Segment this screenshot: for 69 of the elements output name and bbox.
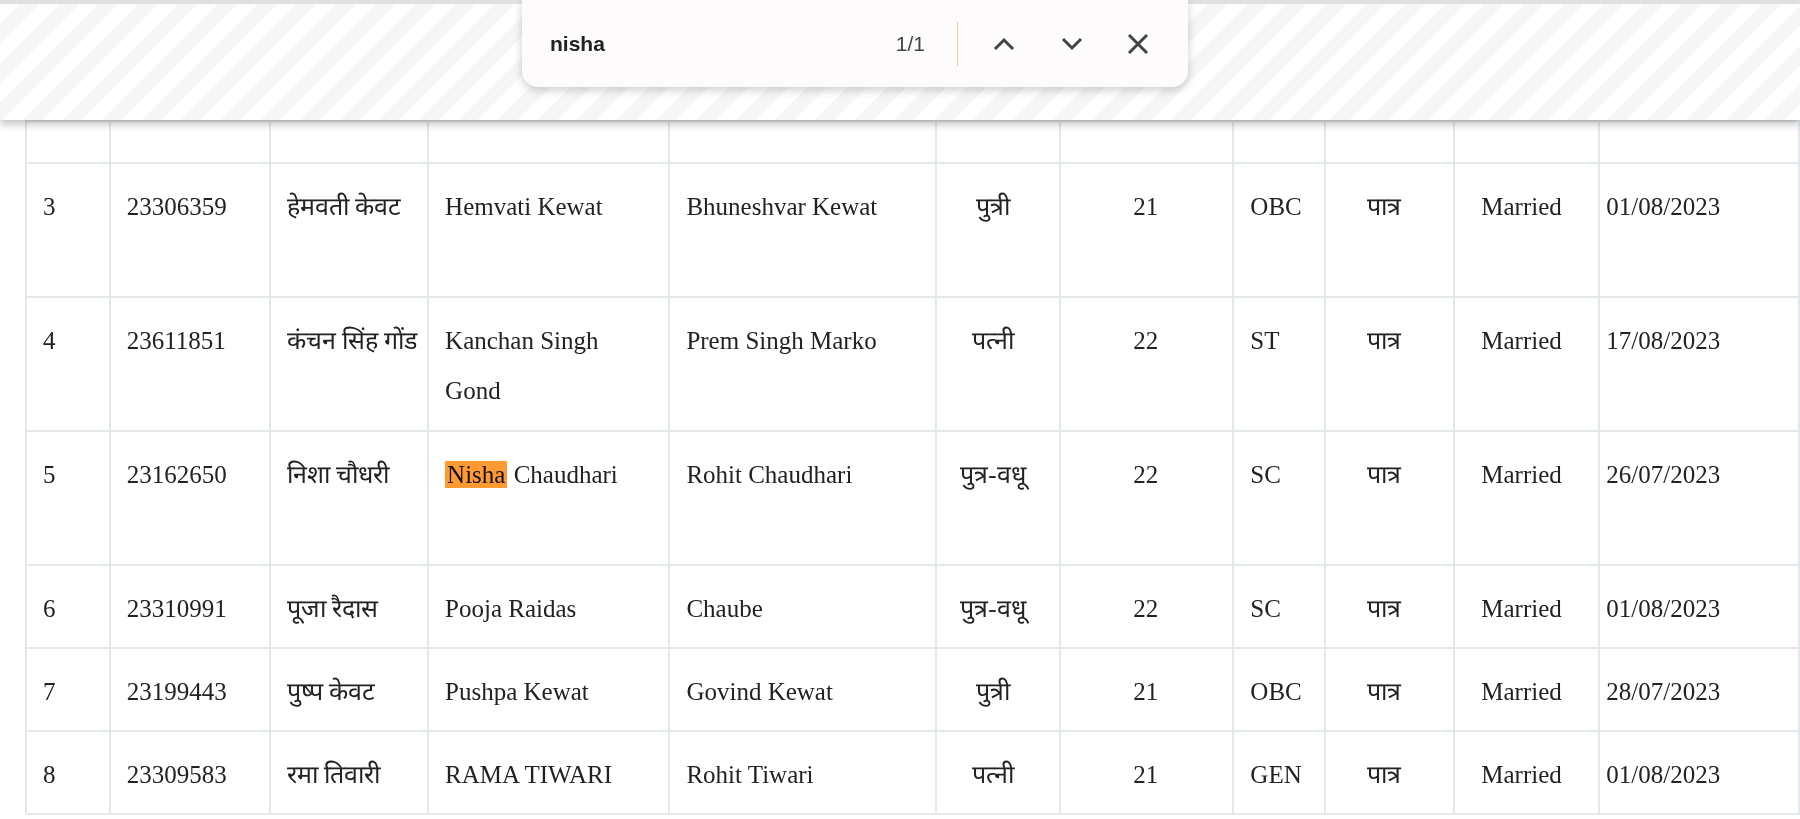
application-id: 23306359	[126, 193, 227, 220]
marital-status: Married	[1481, 193, 1562, 220]
english-name: RAMA TIWARI	[445, 761, 612, 788]
date: 28/07/2023	[1606, 678, 1721, 705]
relative-name: Rohit Tiwari	[686, 761, 814, 788]
find-input[interactable]: nisha	[550, 27, 850, 60]
relative-name: Prem Singh Marko	[686, 327, 877, 354]
category: SC	[1250, 595, 1281, 622]
application-id: 23309583	[126, 761, 227, 788]
row-number: 3	[43, 193, 56, 220]
age: 21	[1133, 761, 1159, 788]
eligibility: पात्र	[1367, 193, 1402, 220]
date: 01/08/2023	[1606, 193, 1721, 220]
marital-status: Married	[1481, 595, 1562, 622]
hindi-name: कंचन सिंह गोंड	[286, 327, 417, 354]
english-name: Pushpa Kewat	[445, 678, 589, 705]
hindi-name: निशा चौधरी	[286, 461, 389, 488]
relative-name: Govind Kewat	[686, 678, 833, 705]
category: OBC	[1250, 678, 1302, 705]
hindi-name: पुष्प केवट	[286, 678, 375, 705]
eligibility: पात्र	[1367, 461, 1402, 488]
close-icon	[1127, 32, 1149, 55]
chevron-down-icon	[1061, 36, 1083, 51]
date: 01/08/2023	[1606, 595, 1721, 622]
match-count: 1/1	[895, 30, 925, 57]
hindi-name: रमा तिवारी	[286, 761, 380, 788]
age: 22	[1133, 327, 1159, 354]
age: 21	[1133, 678, 1159, 705]
age: 22	[1133, 595, 1159, 622]
english-name: Pooja Raidas	[445, 595, 577, 622]
marital-status: Married	[1481, 461, 1562, 488]
relation: पुत्री	[975, 678, 1010, 705]
row-number: 7	[43, 678, 56, 705]
eligibility: पात्र	[1367, 761, 1402, 788]
eligibility: पात्र	[1367, 678, 1402, 705]
age: 22	[1133, 461, 1159, 488]
category: OBC	[1250, 193, 1302, 220]
english-name: Kanchan Singh Gond	[445, 327, 599, 404]
marital-status: Married	[1481, 761, 1562, 788]
category: GEN	[1250, 761, 1302, 788]
application-id: 23310991	[126, 595, 227, 622]
date: 26/07/2023	[1606, 461, 1721, 488]
category: SC	[1250, 461, 1281, 488]
date: 17/08/2023	[1606, 327, 1721, 354]
english-name: Nisha Chaudhari	[445, 461, 618, 488]
eligibility: पात्र	[1367, 595, 1402, 622]
relation: पुत्री	[975, 193, 1010, 220]
marital-status: Married	[1481, 327, 1562, 354]
application-id: 23611851	[126, 327, 226, 354]
row-number: 5	[43, 461, 56, 488]
marital-status: Married	[1481, 678, 1562, 705]
relation: पत्नी	[971, 761, 1014, 788]
age: 21	[1133, 193, 1159, 220]
row-number: 4	[43, 327, 56, 354]
application-id: 23199443	[126, 678, 227, 705]
application-id: 23162650	[126, 461, 227, 488]
chevron-up-icon	[993, 36, 1015, 51]
hindi-name: पूजा रैदास	[286, 595, 378, 622]
eligibility: पात्र	[1367, 327, 1402, 354]
english-name: Hemvati Kewat	[445, 193, 603, 220]
relative-name: Bhuneshvar Kewat	[686, 193, 878, 220]
row-number: 6	[43, 595, 56, 622]
category: ST	[1250, 327, 1280, 354]
relative-name: Rohit Chaudhari	[686, 461, 853, 488]
relative-name: Chaube	[686, 595, 763, 622]
hindi-name: हेमवती केवट	[286, 193, 401, 220]
row-number: 8	[43, 761, 56, 788]
date: 01/08/2023	[1606, 761, 1721, 788]
relation: पत्नी	[971, 327, 1014, 354]
